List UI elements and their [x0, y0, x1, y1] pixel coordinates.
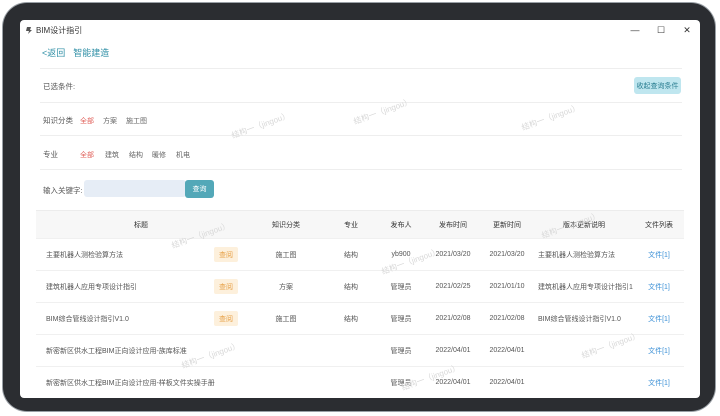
row-publisher: 管理员: [390, 283, 412, 291]
row-title: 新密新区供水工程BIM正向设计应用-族库标准: [46, 347, 187, 355]
back-link[interactable]: <返回: [42, 46, 65, 59]
view-tag[interactable]: 查阅: [214, 279, 238, 294]
file-link[interactable]: 文件[1]: [634, 239, 684, 270]
row-published: 2021/03/20: [435, 251, 471, 258]
row-updated: 2022/04/01: [489, 347, 525, 354]
watermark: 结构一（jingou）: [230, 110, 292, 141]
row-publisher: yb900: [391, 251, 411, 258]
major-filter-label: 专业: [43, 150, 58, 159]
file-link[interactable]: 文件[1]: [634, 335, 684, 366]
divider: [40, 102, 682, 103]
header-major: 专业: [344, 222, 358, 229]
row-note: 建筑机器人应用专项设计指引1: [538, 283, 633, 291]
close-button[interactable]: ✕: [674, 20, 700, 40]
row-updated: 2022/04/01: [489, 379, 525, 386]
row-published: 2022/04/01: [435, 379, 471, 386]
row-major: 结构: [344, 251, 358, 259]
view-tag[interactable]: 查阅: [214, 247, 238, 262]
table-row: 新密新区供水工程BIM正向设计应用-族库标准 管理员 2022/04/01 20…: [36, 334, 684, 366]
table-header: 标题 知识分类 专业 发布人 发布时间 更新时间 版本更新说明 文件列表: [36, 210, 684, 239]
category-option-construction[interactable]: 施工图: [126, 116, 147, 126]
major-option-all[interactable]: 全部: [80, 150, 94, 160]
row-major: 结构: [344, 315, 358, 323]
watermark: 结构一（jingou）: [520, 102, 582, 133]
minimize-button[interactable]: —: [622, 20, 648, 40]
row-publisher: 管理员: [390, 315, 412, 323]
selected-conditions-label: 已选条件:: [43, 82, 76, 91]
row-category: 施工图: [275, 315, 297, 323]
app-window: BIM设计指引 — ☐ ✕ <返回 智能建造 已选条件: 收起查询条件 知识分类…: [20, 20, 700, 398]
row-note: BIM综合管线设计指引V1.0: [538, 315, 621, 323]
category-option-all[interactable]: 全部: [80, 116, 94, 126]
row-note: 主要机器人测检验算方法: [538, 251, 615, 259]
file-link[interactable]: 文件[1]: [634, 303, 684, 334]
row-publisher: 管理员: [390, 379, 412, 387]
major-option-architecture[interactable]: 建筑: [105, 150, 119, 160]
keyword-label: 输入关键字:: [43, 186, 83, 195]
file-link[interactable]: 文件[1]: [634, 271, 684, 302]
row-major: 结构: [344, 283, 358, 291]
collapse-filters-button[interactable]: 收起查询条件: [634, 77, 681, 94]
header-files: 文件列表: [645, 222, 673, 229]
table-row: BIM综合管线设计指引V1.0 查阅 施工图 结构 管理员 2021/02/08…: [36, 302, 684, 334]
row-publisher: 管理员: [390, 347, 412, 355]
header-updated: 更新时间: [493, 222, 521, 229]
divider: [40, 135, 682, 136]
table-row: 建筑机器人应用专项设计指引 查阅 方案 结构 管理员 2021/02/25 20…: [36, 270, 684, 302]
major-option-hvac[interactable]: 暖修: [152, 150, 166, 160]
app-icon: [25, 26, 33, 34]
row-published: 2022/04/01: [435, 347, 471, 354]
title-bar: BIM设计指引 — ☐ ✕: [20, 20, 700, 40]
row-category: 方案: [279, 283, 293, 291]
file-link[interactable]: 文件[1]: [634, 367, 684, 398]
maximize-button[interactable]: ☐: [648, 20, 674, 40]
keyword-input[interactable]: [84, 180, 186, 197]
query-button[interactable]: 查询: [185, 180, 214, 198]
window-title: BIM设计指引: [36, 25, 83, 35]
row-updated: 2021/02/08: [489, 315, 525, 322]
header-title: 标题: [134, 222, 148, 229]
row-published: 2021/02/08: [435, 315, 471, 322]
watermark: 结构一（jingou）: [352, 96, 414, 127]
view-tag[interactable]: 查阅: [214, 311, 238, 326]
breadcrumb: <返回 智能建造: [42, 46, 109, 59]
table-row: 主要机器人测检验算方法 查阅 施工图 结构 yb900 2021/03/20 2…: [36, 238, 684, 270]
row-title: 主要机器人测检验算方法: [46, 251, 123, 259]
row-updated: 2021/03/20: [489, 251, 525, 258]
major-option-mep[interactable]: 机电: [176, 150, 190, 160]
header-publisher: 发布人: [390, 222, 412, 229]
row-title: BIM综合管线设计指引V1.0: [46, 315, 129, 323]
header-category: 知识分类: [272, 222, 300, 229]
page-title: 智能建造: [73, 48, 110, 58]
row-category: 施工图: [275, 251, 297, 259]
category-option-plan[interactable]: 方案: [103, 116, 117, 126]
divider: [40, 68, 682, 69]
major-option-structure[interactable]: 结构: [129, 150, 143, 160]
header-note: 版本更新说明: [563, 222, 605, 229]
row-title: 建筑机器人应用专项设计指引: [46, 283, 137, 291]
category-filter-label: 知识分类: [43, 116, 73, 125]
row-title: 新密新区供水工程BIM正向设计应用-样板文件实操手册: [46, 379, 215, 387]
divider: [40, 169, 682, 170]
row-updated: 2021/01/10: [489, 283, 525, 290]
table-row: 新密新区供水工程BIM正向设计应用-样板文件实操手册 管理员 2022/04/0…: [36, 366, 684, 398]
row-published: 2021/02/25: [435, 283, 471, 290]
header-published: 发布时间: [439, 222, 467, 229]
